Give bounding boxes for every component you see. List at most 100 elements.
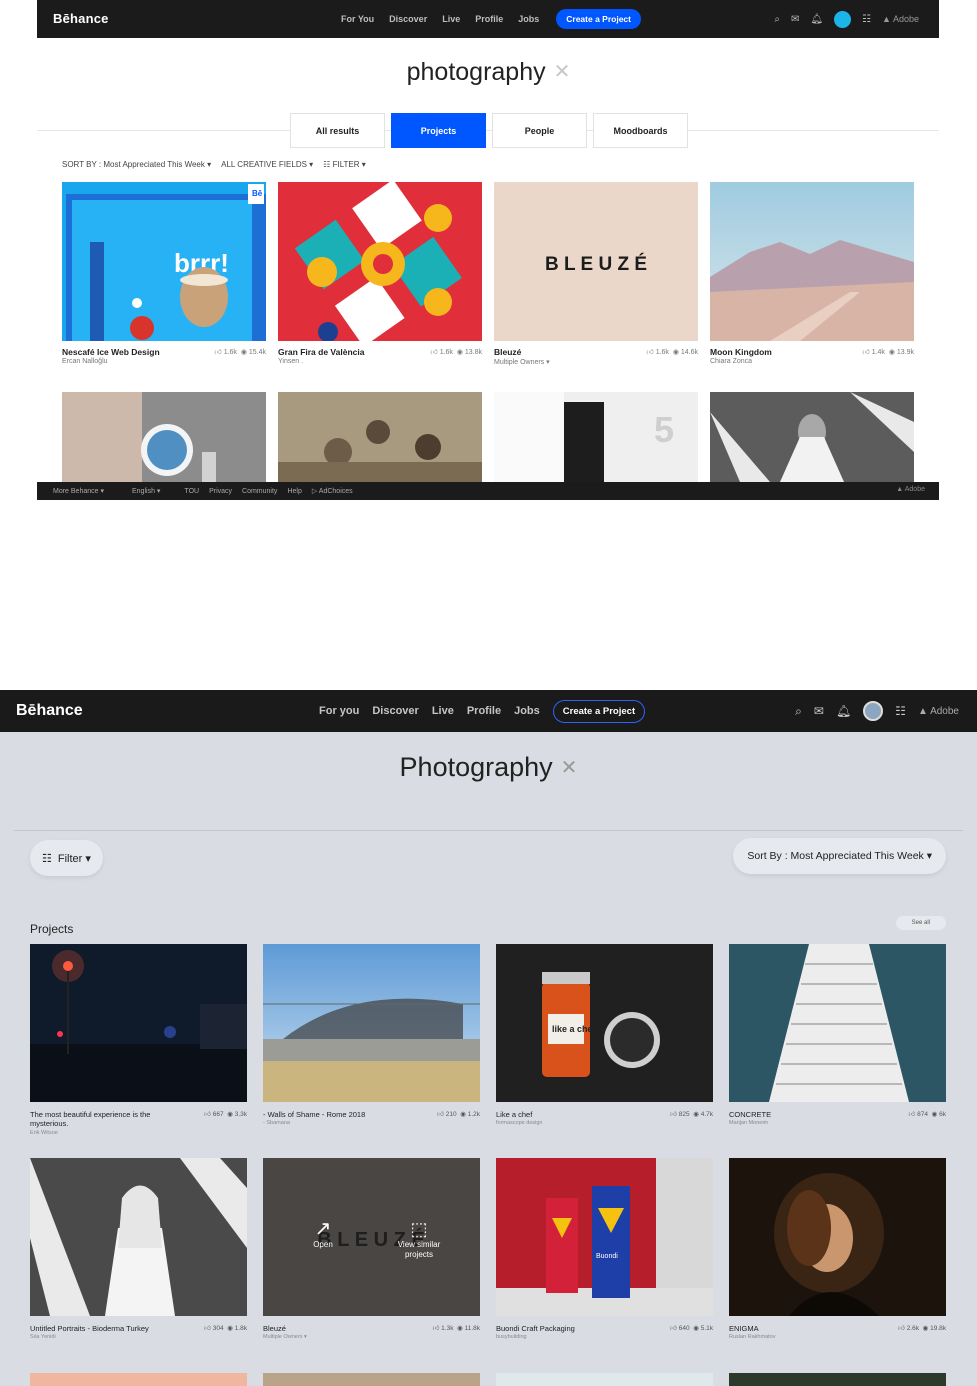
project-title[interactable]: Gran Fira de València <box>278 347 364 357</box>
project-title[interactable]: Moon Kingdom <box>710 347 772 357</box>
tab-people[interactable]: People <box>492 113 587 148</box>
project-thumbnail[interactable] <box>278 392 482 482</box>
project-thumbnail[interactable]: Bē brrr! <box>62 182 266 341</box>
nav-live[interactable]: Live <box>442 14 460 24</box>
nav-profile[interactable]: Profile <box>467 705 501 717</box>
project-thumbnail[interactable] <box>710 392 914 482</box>
nav-discover[interactable]: Discover <box>372 705 418 717</box>
project-card[interactable]: B L E U Z É ↗ Open ⬚ View similar projec… <box>263 1158 480 1340</box>
project-owner[interactable]: Ercan Nalloğlu <box>62 358 160 365</box>
project-owner[interactable]: Ruslan Rakhmatov <box>729 1334 775 1340</box>
project-thumbnail[interactable]: B L E U Z É <box>494 182 698 341</box>
footer-tou[interactable]: TOU <box>184 488 199 495</box>
project-owner[interactable]: formascope design <box>496 1120 542 1126</box>
project-title[interactable]: Like a chef <box>496 1110 542 1119</box>
bell-icon[interactable]: 🔔︎ <box>836 704 851 718</box>
project-card[interactable]: Bē brrr! Nescafé Ice Web Design Ercan Nal… <box>62 182 266 365</box>
mail-icon[interactable]: ✉ <box>791 14 799 25</box>
project-card[interactable]: - Walls of Shame - Rome 2018- Sbamana 👍︎… <box>263 944 480 1126</box>
avatar[interactable] <box>863 701 884 721</box>
project-owner[interactable]: Yinsen . <box>278 358 364 365</box>
create-project-button[interactable]: Create a Project <box>552 699 646 723</box>
footer-privacy[interactable]: Privacy <box>209 488 232 495</box>
sort-dropdown[interactable]: SORT BY : Most Appreciated This Week ▾ <box>62 160 211 169</box>
behance-logo[interactable]: Bēhance <box>16 702 83 720</box>
project-title[interactable]: ENIGMA <box>729 1324 775 1333</box>
project-card[interactable]: 5 <box>494 392 698 482</box>
avatar[interactable] <box>834 10 852 28</box>
project-thumbnail-hovered[interactable]: B L E U Z É ↗ Open ⬚ View similar projec… <box>263 1158 480 1316</box>
project-card[interactable] <box>710 392 914 482</box>
project-thumbnail-partial[interactable] <box>496 1373 713 1386</box>
adobe-link[interactable]: ▲ Adobe <box>918 706 959 717</box>
project-card[interactable]: Gran Fira de València Yinsen . 👍︎ 1.6k ◉ … <box>278 182 482 365</box>
project-thumbnail[interactable] <box>263 944 480 1102</box>
project-thumbnail[interactable] <box>62 392 266 482</box>
bell-icon[interactable]: 🔔︎ <box>810 14 823 25</box>
filter-button[interactable]: ☷ Filter ▾ <box>30 840 103 876</box>
see-all-button[interactable]: See all <box>895 916 946 930</box>
project-title[interactable]: Buondi Craft Packaging <box>496 1324 575 1333</box>
nav-jobs[interactable]: Jobs <box>514 705 540 717</box>
project-thumbnail-partial[interactable] <box>729 1373 946 1386</box>
project-card[interactable] <box>62 392 266 482</box>
nav-profile[interactable]: Profile <box>475 14 503 24</box>
create-project-button[interactable]: Create a Project <box>556 9 641 29</box>
clear-search-icon[interactable]: ✕ <box>561 757 578 779</box>
footer-more-behance[interactable]: More Behance ▾ <box>53 487 104 495</box>
nav-live[interactable]: Live <box>432 705 454 717</box>
nav-for-you[interactable]: For you <box>319 705 359 717</box>
project-thumbnail[interactable] <box>729 944 946 1102</box>
project-thumbnail[interactable] <box>30 1158 247 1316</box>
nav-discover[interactable]: Discover <box>389 14 427 24</box>
project-owner[interactable]: Multiple Owners ▾ <box>494 358 550 366</box>
project-owner[interactable]: Marijan Moneim <box>729 1120 771 1126</box>
apps-grid-icon[interactable]: ☷ <box>862 14 871 25</box>
project-card[interactable]: like a chef Like a chef formascope design… <box>496 944 713 1126</box>
mail-icon[interactable]: ✉ <box>814 704 824 718</box>
footer-community[interactable]: Community <box>242 488 277 495</box>
project-owner[interactable]: Multiple Owners ▾ <box>263 1334 307 1340</box>
project-thumbnail[interactable] <box>30 944 247 1102</box>
project-thumbnail[interactable] <box>278 182 482 341</box>
tab-all-results[interactable]: All results <box>290 113 385 148</box>
open-action[interactable]: ↗ Open <box>303 1218 343 1249</box>
footer-language[interactable]: English ▾ <box>132 487 160 495</box>
tab-moodboards[interactable]: Moodboards <box>593 113 688 148</box>
project-thumbnail-partial[interactable] <box>263 1373 480 1386</box>
project-card[interactable]: The most beautiful experience is the mys… <box>30 944 247 1136</box>
footer-adchoices[interactable]: ▷ AdChoices <box>312 487 353 495</box>
project-owner[interactable]: Sıla Yenidi <box>30 1334 149 1340</box>
project-owner[interactable]: busybuilding <box>496 1334 575 1340</box>
project-title[interactable]: Nescafé Ice Web Design <box>62 347 160 357</box>
project-title[interactable]: Bleuzé <box>263 1324 307 1333</box>
project-title[interactable]: CONCRETE <box>729 1110 771 1119</box>
project-thumbnail[interactable]: Buondi <box>496 1158 713 1316</box>
project-card[interactable] <box>278 392 482 482</box>
filter-dropdown[interactable]: ☷ FILTER ▾ <box>323 160 366 169</box>
project-card[interactable]: CONCRETE Marijan Moneim 👍︎ 874 ◉ 6k <box>729 944 946 1126</box>
apps-grid-icon[interactable]: ☷ <box>895 704 906 718</box>
project-owner[interactable]: - Sbamana <box>263 1120 365 1126</box>
project-card[interactable]: Untitled Portraits - Bioderma Turkey Sıla… <box>30 1158 247 1340</box>
project-owner[interactable]: Chiara Zonca <box>710 358 772 365</box>
creative-fields-dropdown[interactable]: ALL CREATIVE FIELDS ▾ <box>221 160 313 169</box>
nav-for-you[interactable]: For You <box>341 14 374 24</box>
project-title[interactable]: The most beautiful experience is the mys… <box>30 1110 160 1129</box>
sort-dropdown[interactable]: Sort By : Most Appreciated This Week ▾ <box>733 838 946 874</box>
adobe-link[interactable]: ▲ Adobe <box>882 14 919 24</box>
search-icon[interactable]: ⌕ <box>774 14 780 25</box>
footer-adobe[interactable]: ▲ Adobe <box>896 486 925 493</box>
project-card[interactable]: ENIGMA Ruslan Rakhmatov 👍︎ 2.6k ◉ 19.8k <box>729 1158 946 1340</box>
project-card[interactable]: Moon Kingdom Chiara Zonca 👍︎ 1.4k ◉ 13.9k <box>710 182 914 365</box>
project-title[interactable]: - Walls of Shame - Rome 2018 <box>263 1110 365 1119</box>
view-similar-action[interactable]: ⬚ View similar projects <box>391 1218 447 1259</box>
project-thumbnail[interactable] <box>729 1158 946 1316</box>
project-card[interactable]: B L E U Z É Bleuzé Multiple Owners ▾ 👍︎ 1… <box>494 182 698 366</box>
footer-help[interactable]: Help <box>287 488 301 495</box>
project-thumbnail[interactable] <box>710 182 914 341</box>
project-thumbnail[interactable]: like a chef <box>496 944 713 1102</box>
project-title[interactable]: Bleuzé <box>494 347 550 357</box>
project-thumbnail[interactable]: 5 <box>494 392 698 482</box>
clear-search-icon[interactable]: ✕ <box>554 61 571 83</box>
